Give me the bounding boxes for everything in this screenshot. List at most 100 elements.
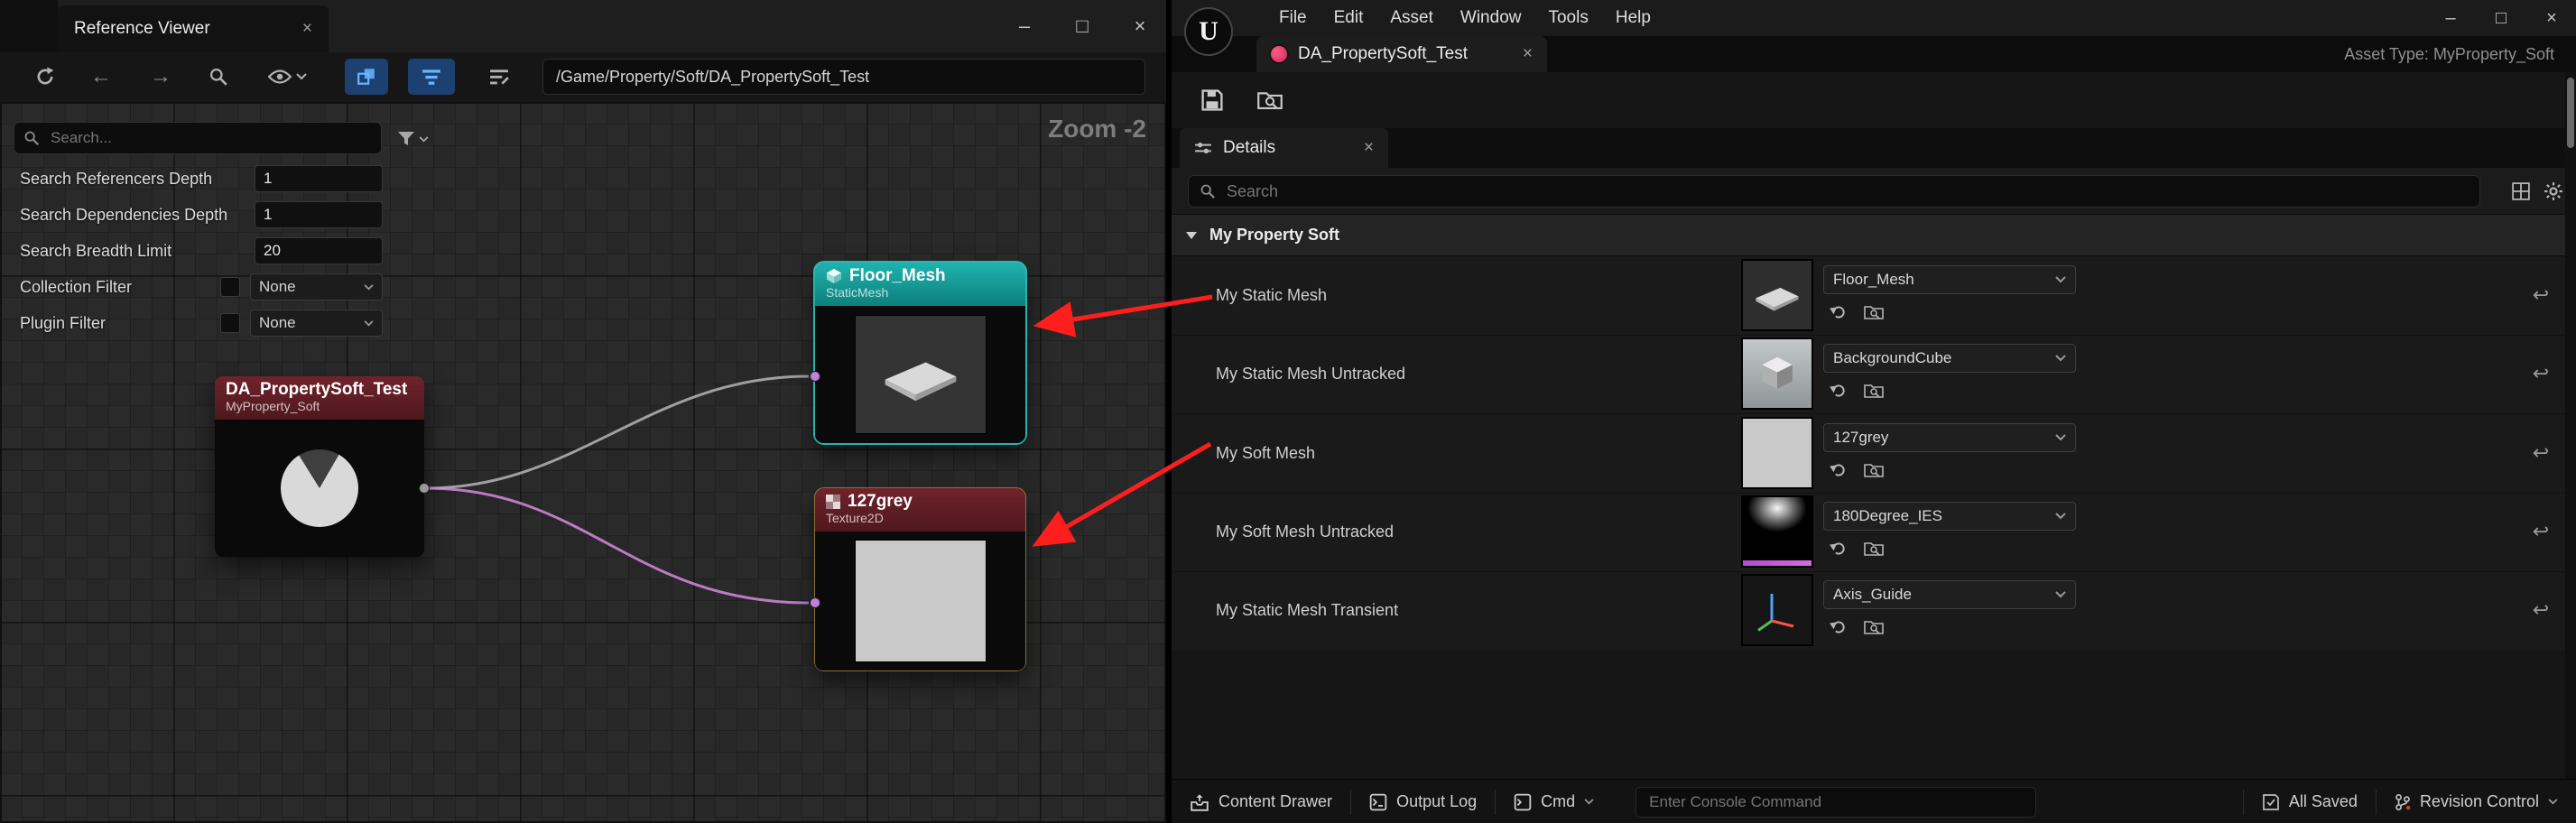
menu-file[interactable]: File [1265,0,1320,36]
close-tab-icon[interactable]: × [1523,44,1533,64]
minimize-button[interactable]: – [1007,9,1042,43]
axis-guide-icon [1750,583,1804,637]
background-cube-thumbnail[interactable] [1741,338,1813,410]
filters-edit-button[interactable] [478,59,520,95]
node-floor-mesh[interactable]: Floor_Mesh StaticMesh [815,263,1025,443]
minimize-button[interactable]: – [2433,1,2468,35]
all-saved-indicator[interactable]: All Saved [2244,780,2376,823]
menu-edit[interactable]: Edit [1320,0,1377,36]
console-command-input[interactable] [1647,792,2025,812]
browse-to-asset-button[interactable] [1861,615,1886,640]
forward-button[interactable]: → [143,59,179,95]
collection-filter-dropdown[interactable]: None [250,273,383,301]
use-selected-asset-button[interactable] [1825,536,1850,561]
category-my-property-soft[interactable]: My Property Soft [1172,214,2576,256]
use-selected-asset-button[interactable] [1825,300,1850,325]
breadth-limit-input[interactable] [255,237,383,264]
browse-to-asset-button[interactable] [1861,378,1886,403]
reset-to-default-button[interactable]: ↩ [2527,518,2554,545]
window-controls: – □ × [1007,0,1157,52]
details-tab[interactable]: Details × [1180,128,1388,168]
maximize-button[interactable]: □ [1065,9,1099,43]
reference-viewer-titlebar[interactable]: Reference Viewer × – □ × [0,0,1166,52]
referencers-depth-input[interactable] [255,165,383,192]
output-pin[interactable] [419,483,430,494]
asset-tab-label: DA_PropertySoft_Test [1298,44,1468,64]
details-search-box[interactable] [1188,175,2480,208]
asset-picker-dropdown[interactable]: BackgroundCube [1823,344,2076,373]
reference-graph-canvas[interactable]: Zoom -2 Search Referencers Depth Search … [0,102,1166,823]
node-127grey[interactable]: 127grey Texture2D [815,488,1025,670]
filter-toggle[interactable] [408,59,455,95]
display-options-button[interactable] [2507,179,2534,204]
reset-to-default-button[interactable]: ↩ [2527,439,2554,467]
asset-document-tab[interactable]: DA_PropertySoft_Test × [1256,36,1547,72]
axis-guide-thumbnail[interactable] [1741,574,1813,646]
reset-to-default-button[interactable]: ↩ [2527,596,2554,624]
graph-filter-button[interactable] [397,125,439,153]
setting-label: Search Dependencies Depth [20,206,227,225]
revision-control-dropdown[interactable]: Revision Control [2377,780,2576,823]
reset-to-default-button[interactable]: ↩ [2527,360,2554,387]
output-log-button[interactable]: Output Log [1351,780,1495,823]
floor-mesh-thumbnail[interactable] [1741,259,1813,331]
grey-texture-thumbnail[interactable] [1741,417,1813,489]
close-tab-icon[interactable]: × [1364,138,1374,158]
menu-help[interactable]: Help [1602,0,1664,36]
selected-asset: Floor_Mesh [1833,271,1914,289]
plugin-filter-checkbox[interactable] [220,313,240,333]
ies-profile-thumbnail[interactable] [1741,495,1813,568]
close-tab-icon[interactable]: × [302,19,312,39]
reference-viewer-tab-label: Reference Viewer [74,19,210,39]
use-selected-asset-button[interactable] [1825,378,1850,403]
scrollbar-thumb[interactable] [2567,78,2574,148]
browse-to-asset-button[interactable] [1861,536,1886,561]
asset-picker-dropdown[interactable]: Axis_Guide [1823,580,2076,609]
gear-icon [2544,181,2563,201]
details-tab-label: Details [1223,138,1275,158]
asset-picker-dropdown[interactable]: 127grey [1823,423,2076,452]
close-button[interactable]: × [1123,9,1157,43]
static-mesh-icon [826,268,842,284]
menu-asset[interactable]: Asset [1376,0,1447,36]
collection-filter-checkbox[interactable] [220,277,240,297]
reference-viewer-tab[interactable]: Reference Viewer × [58,5,329,52]
plugin-filter-dropdown[interactable]: None [250,310,383,337]
content-drawer-button[interactable]: Content Drawer [1172,780,1350,823]
asset-picker-dropdown[interactable]: 180Degree_IES [1823,502,2076,531]
save-button[interactable] [1193,82,1231,118]
grid-icon [2512,182,2530,200]
find-path-button[interactable] [200,59,236,95]
use-selected-asset-button[interactable] [1825,615,1850,640]
maximize-button[interactable]: □ [2484,1,2518,35]
node-da-propertysoft-test[interactable]: DA_PropertySoft_Test MyProperty_Soft [215,376,424,557]
reset-to-default-button[interactable]: ↩ [2527,282,2554,309]
settings-button[interactable] [2540,179,2567,204]
console-command-box[interactable] [1635,787,2036,818]
cmd-dropdown[interactable]: Cmd [1496,780,1612,823]
graph-search-input[interactable] [49,128,372,148]
asset-path-field[interactable]: /Game/Property/Soft/DA_PropertySoft_Test [542,59,1145,95]
graph-search-box[interactable] [14,122,382,154]
browse-to-asset-button[interactable] [1251,82,1289,118]
details-search-input[interactable] [1225,181,2469,202]
eye-icon [268,69,292,85]
sliders-icon [1194,141,1212,155]
forward-icon: → [150,64,171,89]
menu-window[interactable]: Window [1447,0,1535,36]
back-button[interactable]: ← [83,59,119,95]
menu-tools[interactable]: Tools [1534,0,1601,36]
refresh-button[interactable] [27,59,63,95]
asset-picker-dropdown[interactable]: Floor_Mesh [1823,265,2076,294]
document-tab-strip: DA_PropertySoft_Test × Asset Type: MyPro… [1172,36,2576,72]
close-button[interactable]: × [2534,1,2569,35]
duplicates-toggle[interactable] [345,59,388,95]
use-selected-asset-button[interactable] [1825,458,1850,483]
input-pin[interactable] [810,371,820,382]
visibility-dropdown[interactable] [260,59,314,95]
dependencies-depth-input[interactable] [255,201,383,228]
details-scrollbar[interactable] [2565,72,2576,779]
browse-to-asset-button[interactable] [1861,458,1886,483]
browse-to-asset-button[interactable] [1861,300,1886,325]
input-pin[interactable] [810,597,820,608]
